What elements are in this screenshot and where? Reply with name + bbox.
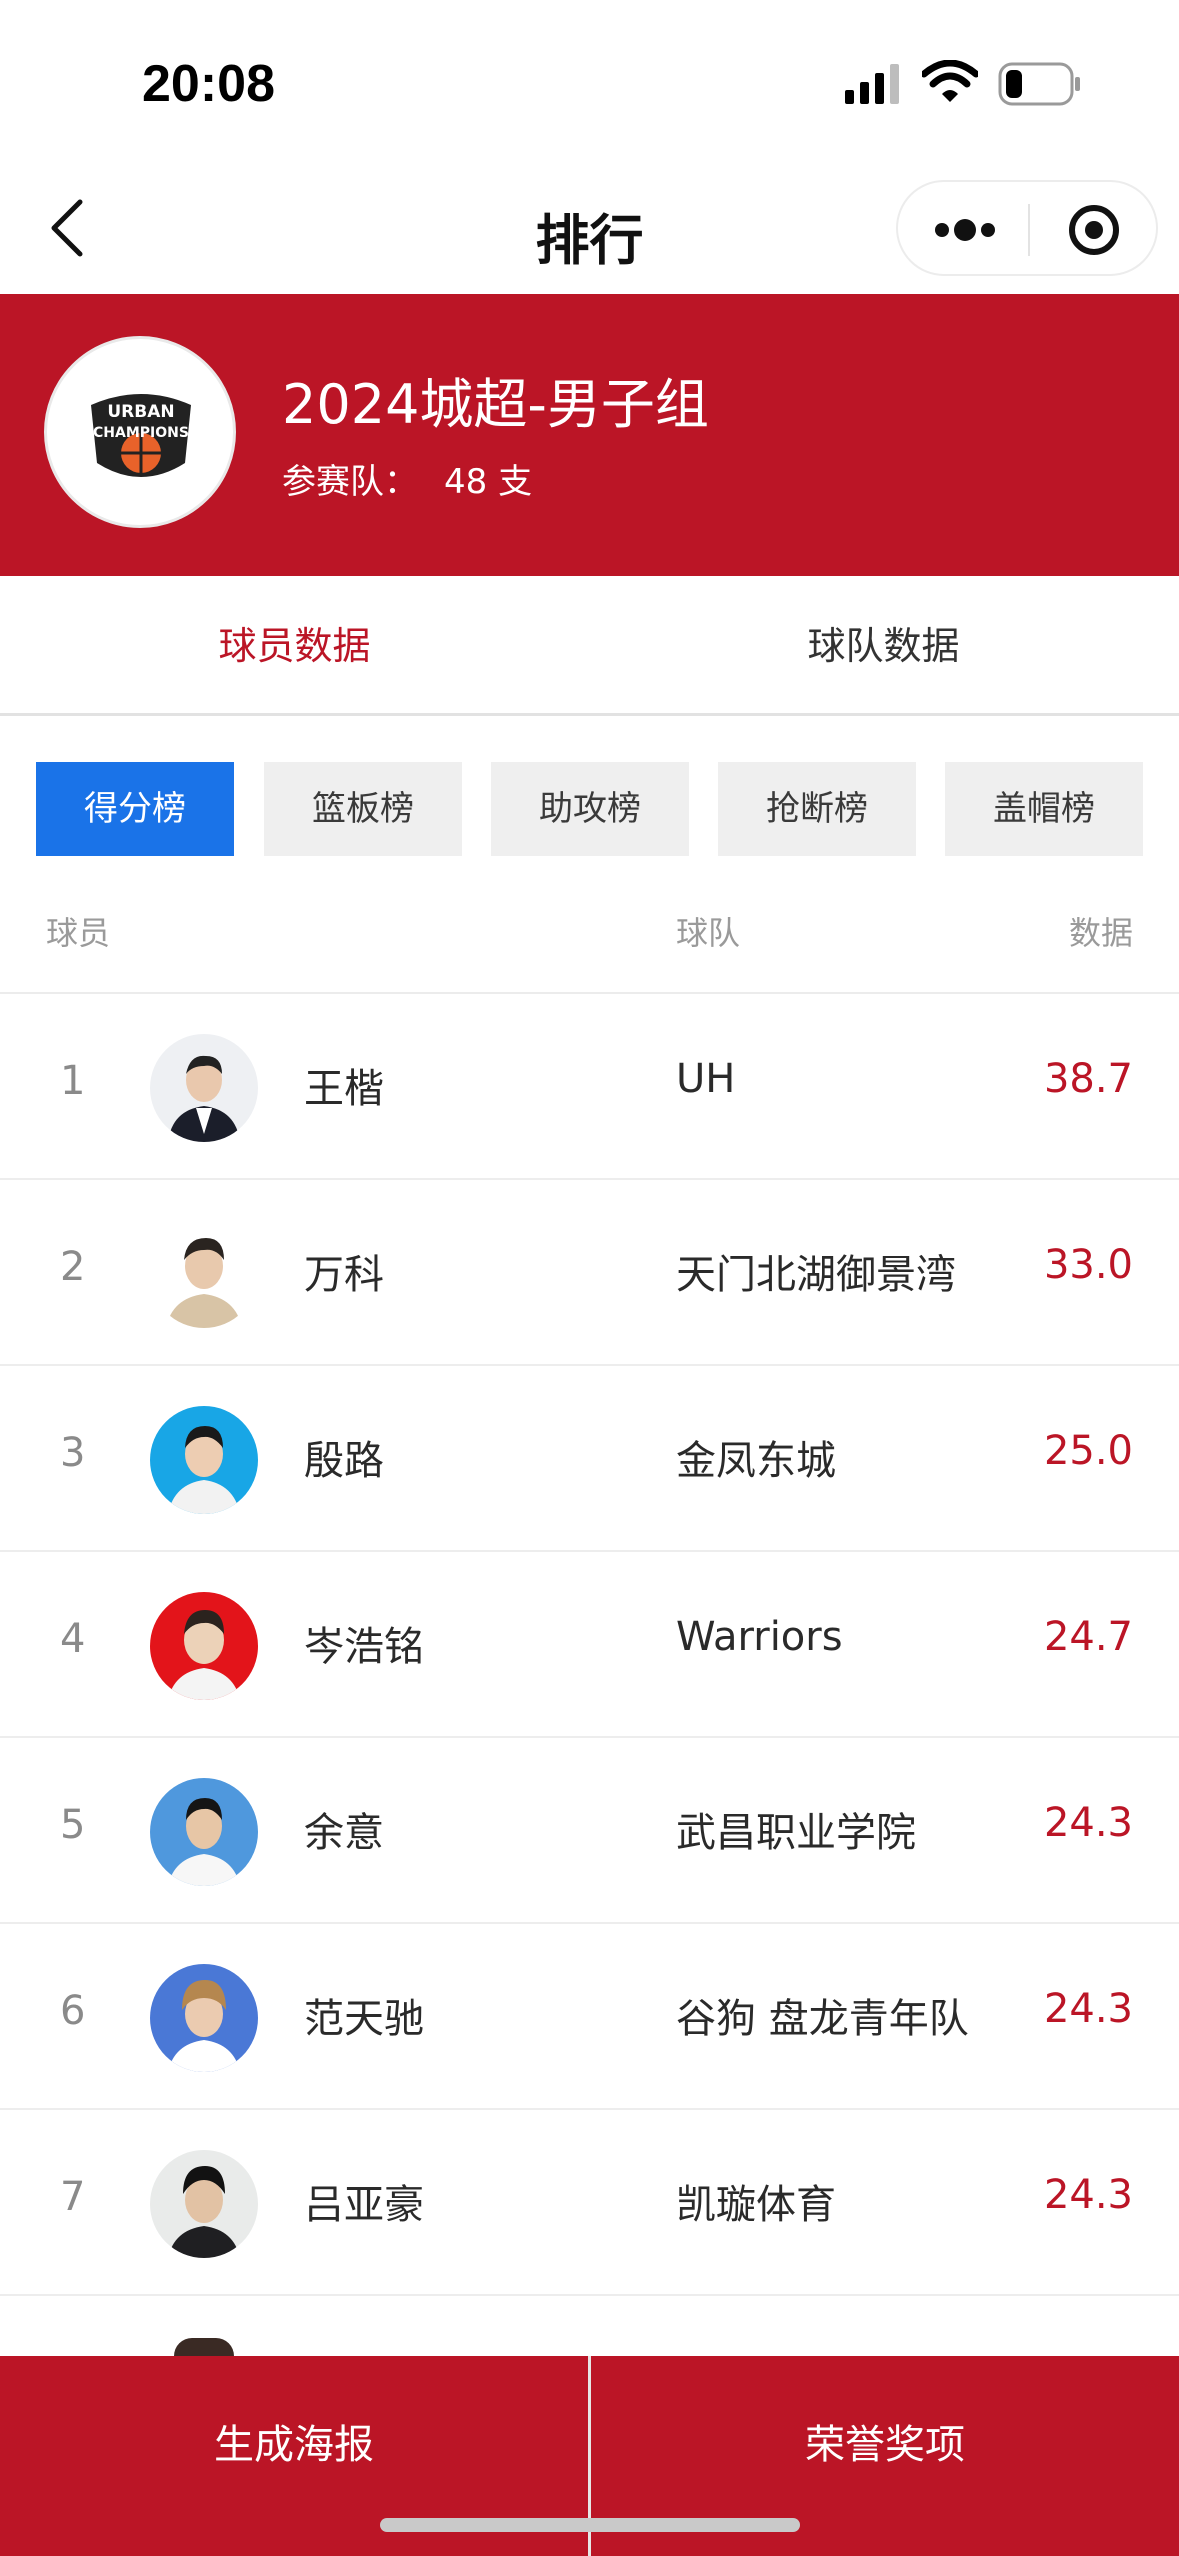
mini-program-capsule: [896, 180, 1158, 276]
chip-points[interactable]: 得分榜: [36, 762, 234, 856]
tab-team-data[interactable]: 球队数据: [589, 576, 1178, 716]
capsule-divider: [1028, 204, 1030, 256]
table-row[interactable]: 5 余意 武昌职业学院 24.3: [0, 1738, 1179, 1924]
stat-value: 24.3: [1043, 1800, 1133, 1846]
team-name: 谷狗 盘龙青年队: [676, 1996, 969, 2042]
league-name: 2024城超-男子组: [282, 373, 709, 436]
column-header-player: 球员: [46, 914, 111, 952]
player-name: 范天驰: [304, 1996, 424, 2042]
wifi-icon: [922, 60, 978, 102]
table-row[interactable]: 1 王楷 UH 38.7: [0, 994, 1179, 1180]
nav-bar: 排行: [0, 160, 1179, 294]
column-header-team: 球队: [676, 914, 741, 952]
avatar: [150, 2150, 258, 2258]
rank: 5: [60, 1802, 86, 1848]
team-count-value: 48 支: [444, 462, 533, 502]
chip-assists[interactable]: 助攻榜: [491, 762, 689, 856]
player-name: 吕亚豪: [304, 2182, 424, 2228]
home-indicator[interactable]: [380, 2518, 800, 2532]
team-name: 天门北湖御景湾: [676, 1252, 956, 1298]
league-header: URBAN CHAMPIONS 2024城超-男子组 参赛队： 48 支: [0, 294, 1179, 576]
stat-value: 24.3: [1043, 1986, 1133, 2032]
stat-value: 38.7: [1043, 1056, 1133, 1102]
avatar: [150, 1034, 258, 1142]
team-name: UH: [676, 1056, 736, 1102]
table-row[interactable]: 4 岑浩铭 Warriors 24.7: [0, 1552, 1179, 1738]
chip-blocks[interactable]: 盖帽榜: [945, 762, 1143, 856]
stat-value: 25.0: [1043, 1428, 1133, 1474]
team-name: 武昌职业学院: [676, 1810, 916, 1856]
player-name: 殷路: [304, 1438, 384, 1484]
avatar: [150, 1592, 258, 1700]
chip-rebounds[interactable]: 篮板榜: [264, 762, 462, 856]
tab-player-data[interactable]: 球员数据: [0, 576, 589, 716]
avatar: [150, 1220, 258, 1328]
table-row[interactable]: 7 吕亚豪 凯璇体育 24.3: [0, 2110, 1179, 2296]
main-tabs: 球员数据 球队数据: [0, 576, 1179, 716]
stat-value: 24.3: [1043, 2172, 1133, 2218]
stat-value: 24.7: [1043, 1614, 1133, 1660]
team-count: 参赛队： 48 支: [282, 454, 532, 503]
avatar: [150, 1778, 258, 1886]
chip-steals[interactable]: 抢断榜: [718, 762, 916, 856]
team-name: 金凤东城: [676, 1438, 836, 1484]
rank: 2: [60, 1244, 86, 1290]
target-close-icon[interactable]: [1066, 202, 1122, 258]
logo-text-line2: CHAMPIONS: [93, 425, 189, 441]
status-bar: 20:08: [0, 0, 1179, 160]
more-dots-icon[interactable]: [934, 212, 996, 248]
avatar: [150, 1406, 258, 1514]
column-header-stat: 数据: [1068, 914, 1133, 952]
signal-icon: [845, 64, 899, 104]
player-name: 岑浩铭: [304, 1624, 424, 1670]
rank: 6: [60, 1988, 86, 2034]
player-name: 万科: [304, 1252, 384, 1298]
logo-text-line1: URBAN: [107, 402, 174, 422]
status-time: 20:08: [142, 55, 275, 113]
basketball-logo-icon: URBAN CHAMPIONS: [91, 394, 191, 477]
player-name: 王楷: [304, 1066, 384, 1112]
stat-value: 33.0: [1043, 1242, 1133, 1288]
avatar-partial: [174, 2338, 234, 2356]
team-name: Warriors: [676, 1614, 843, 1660]
player-name: 余意: [304, 1810, 384, 1856]
team-count-label: 参赛队：: [282, 462, 418, 502]
avatar: [150, 1964, 258, 2072]
league-logo: URBAN CHAMPIONS: [44, 336, 236, 528]
rank: 3: [60, 1430, 86, 1476]
battery-icon: [998, 62, 1080, 106]
team-name: 凯璇体育: [676, 2182, 836, 2228]
table-row[interactable]: 6 范天驰 谷狗 盘龙青年队 24.3: [0, 1924, 1179, 2110]
table-row[interactable]: 3 殷路 金凤东城 25.0: [0, 1366, 1179, 1552]
rank: 7: [60, 2174, 86, 2220]
rank: 1: [60, 1058, 86, 1104]
table-row[interactable]: 2 万科 天门北湖御景湾 33.0: [0, 1180, 1179, 1366]
rank: 4: [60, 1616, 86, 1662]
